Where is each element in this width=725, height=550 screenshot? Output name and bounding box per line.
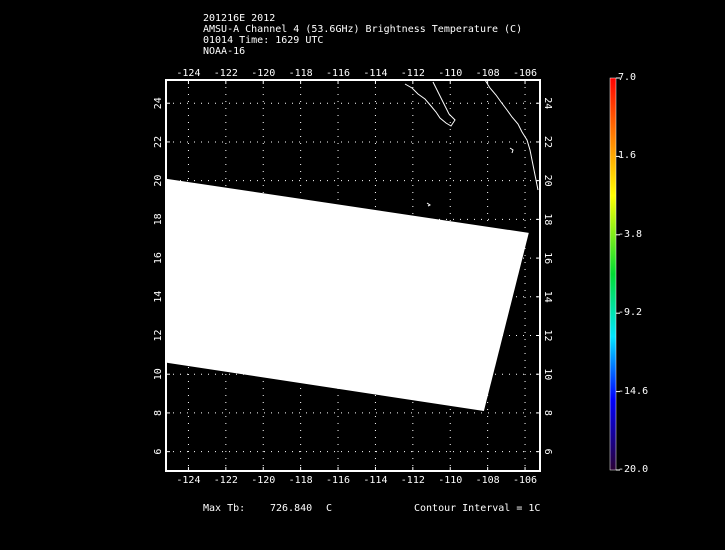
lat-label-left: 22 bbox=[153, 136, 164, 148]
lon-label-bottom: -106 bbox=[513, 475, 537, 486]
lat-label-left: 16 bbox=[153, 252, 164, 264]
lat-label-left: 24 bbox=[153, 97, 164, 109]
colorbar-label: -9.2 bbox=[618, 307, 643, 319]
colorbar-label: -3.8 bbox=[618, 228, 643, 240]
lat-label-left: 12 bbox=[153, 329, 164, 341]
lon-label-top: -110 bbox=[438, 68, 462, 79]
lon-label-bottom: -118 bbox=[289, 475, 313, 486]
colorbar bbox=[609, 77, 617, 471]
colorbar-label: 7.0 bbox=[618, 72, 637, 83]
lat-label-right: 10 bbox=[542, 368, 553, 380]
lat-label-left: 20 bbox=[153, 175, 164, 187]
lat-label-left: 8 bbox=[153, 410, 164, 416]
lat-label-right: 22 bbox=[542, 136, 553, 148]
lon-label-bottom: -112 bbox=[401, 475, 425, 486]
lat-label-left: 10 bbox=[153, 368, 164, 380]
colorbar-label: 1.6 bbox=[618, 150, 637, 162]
lat-label-right: 6 bbox=[542, 449, 553, 455]
colorbar-label: -14.6 bbox=[618, 385, 649, 397]
lon-label-bottom: -108 bbox=[476, 475, 500, 486]
lon-label-top: -122 bbox=[214, 68, 238, 79]
lon-label-bottom: -114 bbox=[363, 475, 387, 486]
lon-label-top: -106 bbox=[513, 68, 537, 79]
lat-label-right: 8 bbox=[542, 410, 553, 416]
max-tb-unit: C bbox=[326, 503, 333, 514]
lon-label-bottom: -120 bbox=[251, 475, 275, 486]
satellite-swath bbox=[166, 178, 529, 411]
lat-label-right: 16 bbox=[542, 252, 553, 264]
coastline bbox=[404, 79, 539, 207]
lat-label-right: 14 bbox=[542, 291, 553, 303]
lat-label-right: 24 bbox=[542, 97, 553, 109]
lon-label-top: -120 bbox=[251, 68, 275, 79]
map-figure: -124 -124 -122 -122 -120 -120 -118 -118 -116 -116… bbox=[153, 68, 620, 486]
lon-label-top: -114 bbox=[363, 68, 387, 79]
lat-label-left: 14 bbox=[153, 291, 164, 303]
lon-label-top: -112 bbox=[401, 68, 425, 79]
lat-label-left: 18 bbox=[153, 213, 164, 225]
colorbar-label: -20.0 bbox=[618, 464, 649, 475]
lat-label-right: 18 bbox=[542, 213, 553, 225]
max-tb-label: Max Tb: bbox=[203, 503, 246, 514]
lon-label-bottom: -110 bbox=[438, 475, 462, 486]
lon-label-top: -116 bbox=[326, 68, 350, 79]
contour-interval: Contour Interval = 1C bbox=[414, 503, 541, 514]
lon-label-bottom: -124 bbox=[176, 475, 200, 486]
lon-label-top: -108 bbox=[476, 68, 500, 79]
lon-label-bottom: -116 bbox=[326, 475, 350, 486]
lat-label-right: 12 bbox=[542, 329, 553, 341]
lat-label-left: 6 bbox=[153, 449, 164, 455]
max-tb-value: 726.840 bbox=[270, 503, 313, 514]
colorbar-ticks bbox=[616, 77, 620, 471]
lon-label-top: -124 bbox=[176, 68, 200, 79]
lat-label-right: 20 bbox=[542, 175, 553, 187]
lon-label-top: -118 bbox=[289, 68, 313, 79]
lon-label-bottom: -122 bbox=[214, 475, 238, 486]
